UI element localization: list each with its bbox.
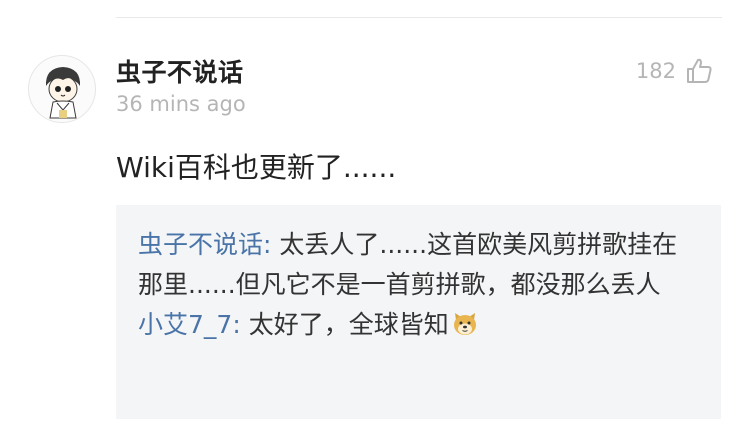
avatar-image bbox=[45, 67, 81, 119]
doge-emoji-icon bbox=[453, 313, 476, 335]
reply-separator: : bbox=[232, 310, 249, 339]
like-count: 182 bbox=[635, 59, 676, 83]
reply-item[interactable]: 虫子不说话: 太丢人了......这首欧美风剪拼歌挂在那里......但凡它不是… bbox=[138, 225, 699, 305]
avatar[interactable] bbox=[28, 55, 96, 123]
reply-author[interactable]: 小艾7_7 bbox=[138, 310, 232, 339]
like-button[interactable]: 182 bbox=[636, 56, 714, 86]
reply-separator: : bbox=[263, 230, 280, 259]
comment-text: Wiki百科也更新了...... bbox=[116, 151, 397, 184]
comment-timestamp: 36 mins ago bbox=[116, 92, 246, 116]
divider bbox=[116, 17, 722, 18]
comment-page: 虫子不说话 36 mins ago 182 Wiki百科也更新了...... 虫… bbox=[0, 0, 750, 423]
thumbs-up-icon[interactable] bbox=[684, 56, 714, 86]
comment-username[interactable]: 虫子不说话 bbox=[116, 53, 244, 89]
reply-list[interactable]: 虫子不说话: 太丢人了......这首欧美风剪拼歌挂在那里......但凡它不是… bbox=[116, 205, 721, 419]
reply-text: 太好了，全球皆知 bbox=[248, 310, 449, 339]
reply-author[interactable]: 虫子不说话 bbox=[138, 230, 263, 259]
reply-item[interactable]: 小艾7_7: 太好了，全球皆知 bbox=[138, 305, 699, 345]
